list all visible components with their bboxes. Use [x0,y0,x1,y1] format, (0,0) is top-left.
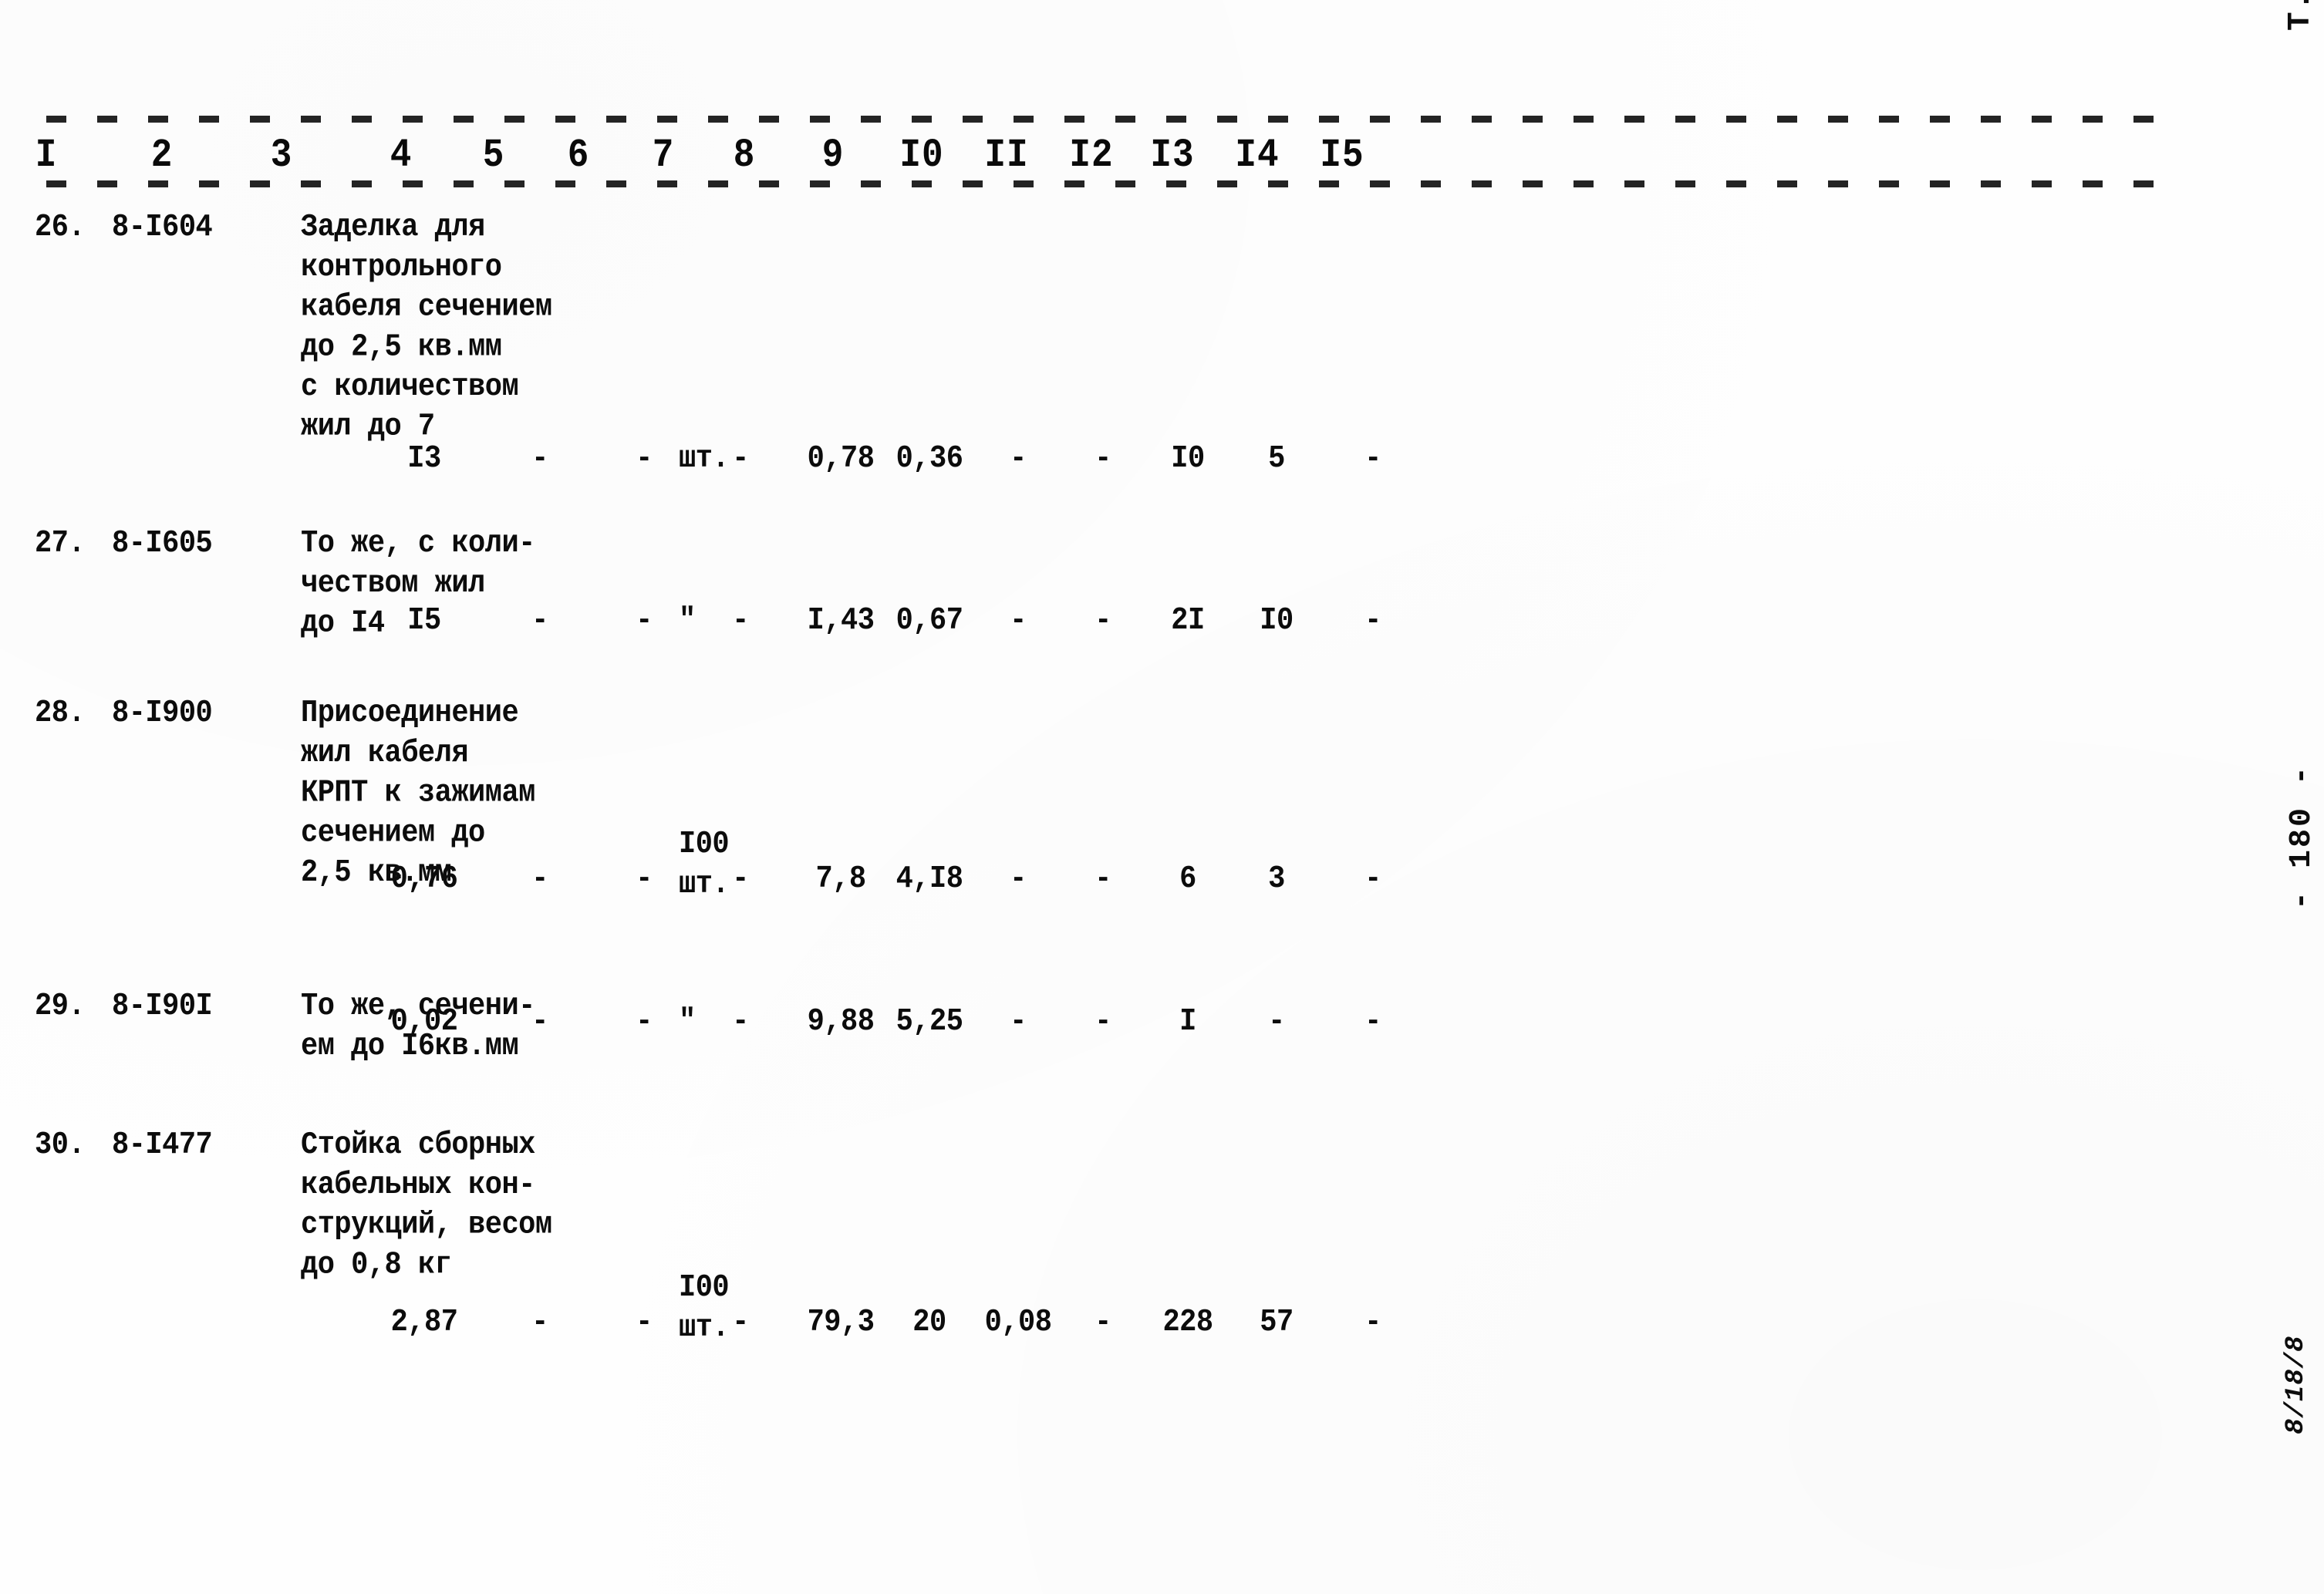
column-header-5: 5 [482,133,505,178]
column-header-7: 7 [652,133,675,178]
column-header-4: 4 [390,133,413,178]
row-code: 8-I477 [112,1127,213,1164]
margin-project-caption: Т.П. 503-4-13 альбом УШ.ч.I [2283,0,2319,31]
row-code: 8-I900 [112,696,213,732]
column-header-10: I0 [899,133,944,178]
row-description: Стойка сборных кабельных кон- струкций, … [301,1127,552,1283]
column-header-13: I3 [1150,133,1195,178]
header-dashed-rule-top [46,116,2175,123]
row-number: 27. [35,526,86,562]
row-code: 8-I90I [112,989,213,1025]
column-number-row: I 2 3 4 5 6 7 8 9 I0 II I2 I3 I4 I5 [35,130,2175,177]
row-value-col-15: - [1364,603,1381,639]
row-value-col-15: - [1364,441,1381,477]
column-header-14: I4 [1235,133,1280,178]
margin-page-number: - 180 - [2285,763,2319,910]
column-header-3: 3 [270,133,293,178]
header-dashed-rule-bottom [46,180,2175,187]
column-header-15: I5 [1320,133,1364,178]
column-header-2: 2 [150,133,174,178]
column-header-12: I2 [1069,133,1114,178]
margin-sheet-code: 8/18/8 [2282,1335,2311,1434]
column-header-9: 9 [821,133,845,178]
row-value-col-15: - [1364,1305,1381,1341]
row-number: 26. [35,210,86,246]
row-description: Заделка для контрольного кабеля сечением… [301,210,552,445]
column-header-11: II [984,133,1029,178]
table-body: 26. 8-I604 Заделка для контрольного кабеля… [35,208,2175,1350]
row-value-col-15: - [1364,861,1381,898]
document-page: I 2 3 4 5 6 7 8 9 I0 II I2 I3 I4 I5 26. 8-I604 Заделка д… [0,0,2324,1594]
row-code: 8-I604 [112,210,213,246]
row-value-col-15: - [1364,1004,1381,1040]
row-code: 8-I605 [112,526,213,562]
column-header-8: 8 [733,133,756,178]
row-number: 30. [35,1127,86,1164]
column-header-1: I [35,133,58,178]
row-number: 29. [35,989,86,1025]
column-header-6: 6 [567,133,590,178]
row-number: 28. [35,696,86,732]
